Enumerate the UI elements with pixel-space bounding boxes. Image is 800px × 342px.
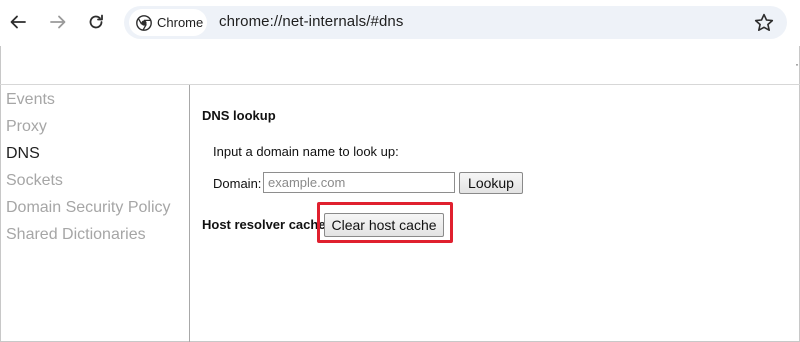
sidebar-item-dns[interactable]: DNS bbox=[6, 145, 40, 163]
domain-label: Domain: bbox=[213, 176, 262, 191]
reload-icon bbox=[89, 14, 103, 29]
dns-lookup-title: DNS lookup bbox=[202, 108, 276, 123]
dns-panel: DNS lookup Input a domain name to look u… bbox=[191, 85, 800, 342]
url-text[interactable]: chrome://net-internals/#dns bbox=[219, 13, 403, 30]
sidebar-item-domain-security-policy[interactable]: Domain Security Policy bbox=[6, 199, 171, 217]
domain-input[interactable] bbox=[263, 172, 455, 193]
bookmark-star-icon[interactable] bbox=[753, 12, 775, 34]
chrome-logo-icon bbox=[136, 14, 152, 31]
chip-label: Chrome bbox=[157, 15, 204, 30]
site-info-chip[interactable]: Chrome bbox=[129, 9, 207, 36]
back-arrow-icon bbox=[10, 15, 26, 29]
address-bar[interactable]: Chrome chrome://net-internals/#dns bbox=[124, 6, 787, 39]
sidebar: Events Proxy DNS Sockets Domain Security… bbox=[0, 85, 190, 342]
sidebar-item-shared-dictionaries[interactable]: Shared Dictionaries bbox=[6, 226, 146, 244]
lookup-button[interactable]: Lookup bbox=[459, 172, 523, 194]
forward-arrow-icon bbox=[50, 15, 66, 29]
sidebar-item-events[interactable]: Events bbox=[6, 91, 55, 109]
back-button[interactable] bbox=[5, 9, 31, 35]
forward-button[interactable] bbox=[45, 9, 71, 35]
lookup-prompt: Input a domain name to look up: bbox=[213, 144, 399, 159]
menu-edge-icon: · bbox=[795, 57, 799, 71]
sidebar-item-sockets[interactable]: Sockets bbox=[6, 172, 63, 190]
browser-toolbar: Chrome chrome://net-internals/#dns · bbox=[0, 0, 800, 71]
sidebar-item-proxy[interactable]: Proxy bbox=[6, 118, 47, 136]
host-resolver-cache-title: Host resolver cache bbox=[202, 217, 326, 232]
highlight-box bbox=[317, 202, 453, 243]
reload-button[interactable] bbox=[83, 9, 109, 35]
